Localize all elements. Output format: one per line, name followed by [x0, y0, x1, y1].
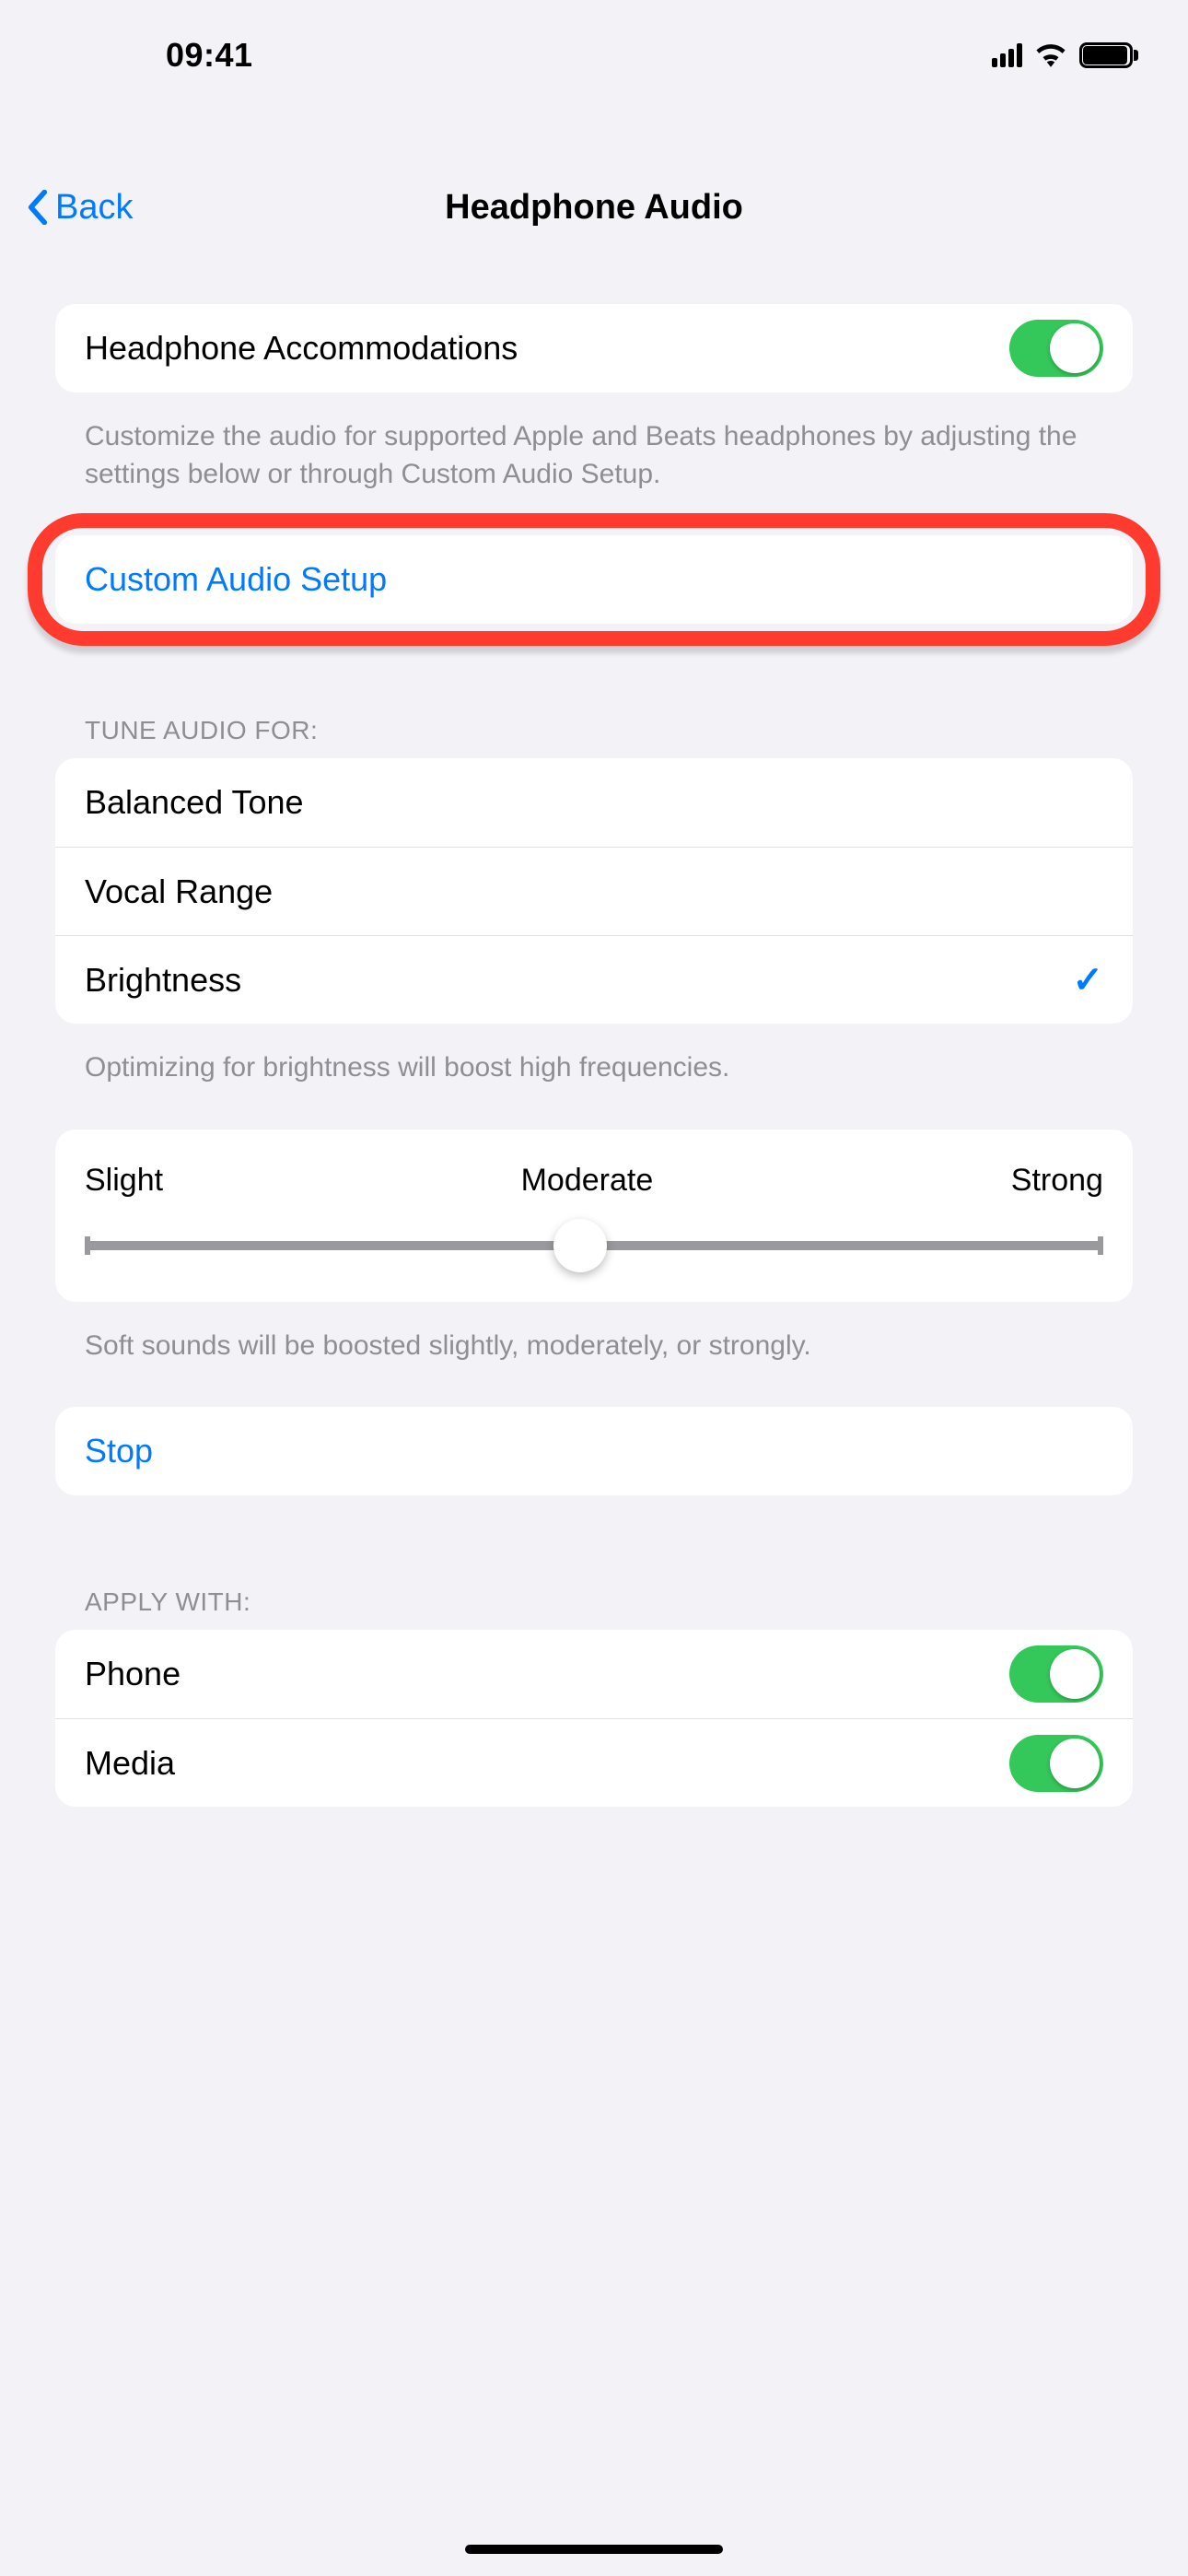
battery-icon [1079, 42, 1133, 68]
custom-audio-setup-button[interactable]: Custom Audio Setup [55, 535, 1133, 624]
apply-header: Apply With: [55, 1578, 1133, 1630]
chevron-left-icon [28, 190, 48, 225]
home-indicator [465, 2545, 723, 2554]
status-time: 09:41 [166, 36, 253, 75]
boost-mid-label: Moderate [521, 1163, 654, 1199]
tune-option-label: Vocal Range [85, 872, 1103, 911]
boost-min-label: Slight [85, 1163, 163, 1199]
accommodations-group: Headphone Accommodations [55, 304, 1133, 392]
stop-label: Stop [85, 1432, 1103, 1470]
tune-option-label: Brightness [85, 961, 1072, 1000]
boost-slider[interactable] [85, 1241, 1103, 1250]
boost-slider-labels: Slight Moderate Strong [85, 1163, 1103, 1199]
custom-setup-group: Custom Audio Setup [55, 535, 1133, 624]
tune-option-brightness[interactable]: Brightness ✓ [55, 935, 1133, 1024]
cellular-icon [992, 43, 1022, 67]
apply-media-row[interactable]: Media [55, 1718, 1133, 1807]
page-title: Headphone Audio [445, 188, 743, 228]
apply-media-label: Media [85, 1744, 1009, 1783]
wifi-icon [1035, 43, 1066, 67]
tune-group: Balanced Tone Vocal Range Brightness ✓ [55, 758, 1133, 1024]
nav-bar: Back Headphone Audio [0, 166, 1188, 249]
status-bar: 09:41 [0, 0, 1188, 111]
tune-header: Tune Audio For: [55, 707, 1133, 758]
checkmark-icon: ✓ [1072, 959, 1103, 1001]
tune-option-label: Balanced Tone [85, 783, 1103, 822]
accommodations-toggle[interactable] [1009, 320, 1103, 377]
tune-option-balanced[interactable]: Balanced Tone [55, 758, 1133, 847]
stop-group: Stop [55, 1407, 1133, 1495]
boost-footer: Soft sounds will be boosted slightly, mo… [55, 1315, 1133, 1408]
back-label: Back [55, 188, 133, 228]
accommodations-footer: Customize the audio for supported Apple … [55, 405, 1133, 535]
boost-slider-card: Slight Moderate Strong [55, 1130, 1133, 1302]
stop-button[interactable]: Stop [55, 1407, 1133, 1495]
accommodations-row[interactable]: Headphone Accommodations [55, 304, 1133, 392]
status-icons [992, 42, 1133, 68]
back-button[interactable]: Back [28, 188, 133, 228]
boost-max-label: Strong [1011, 1163, 1103, 1199]
tune-footer: Optimizing for brightness will boost hig… [55, 1036, 1133, 1130]
custom-audio-setup-label: Custom Audio Setup [85, 560, 1103, 599]
apply-phone-label: Phone [85, 1655, 1009, 1693]
apply-phone-toggle[interactable] [1009, 1645, 1103, 1703]
apply-group: Phone Media [55, 1630, 1133, 1807]
apply-media-toggle[interactable] [1009, 1735, 1103, 1792]
boost-slider-thumb[interactable] [553, 1219, 607, 1272]
accommodations-label: Headphone Accommodations [85, 329, 1009, 368]
content: Headphone Accommodations Customize the a… [0, 304, 1188, 2576]
apply-phone-row[interactable]: Phone [55, 1630, 1133, 1718]
tune-option-vocal[interactable]: Vocal Range [55, 847, 1133, 935]
